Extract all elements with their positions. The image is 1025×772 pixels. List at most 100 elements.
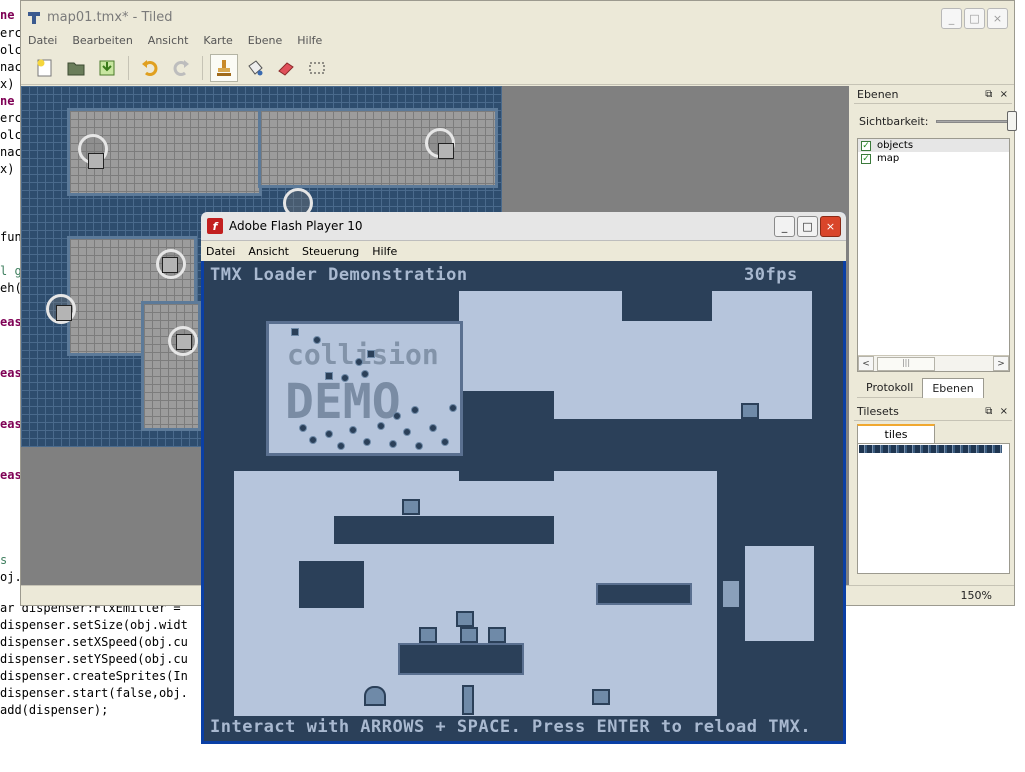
code-fragment: erc [0, 111, 22, 125]
code-fragment: olc [0, 128, 22, 142]
scroll-thumb[interactable]: ||| [877, 356, 935, 371]
flash-close-button[interactable]: × [820, 216, 841, 237]
tileset-view[interactable] [857, 443, 1010, 574]
level-area [744, 546, 814, 641]
particle [377, 422, 385, 430]
layer-list-scrollbar[interactable]: < ||| > [858, 355, 1009, 371]
rectangle-select-button[interactable] [303, 54, 331, 82]
particle [355, 358, 363, 366]
level-wall [622, 291, 712, 321]
dock-float-close-icon[interactable]: ⧉ × [985, 406, 1010, 417]
particle [325, 372, 333, 380]
particle [393, 412, 401, 420]
layer-list[interactable]: ✓ objects ✓ map < ||| > [857, 138, 1010, 372]
bucket-fill-button[interactable] [241, 54, 269, 82]
code-fragment: ne [0, 94, 15, 108]
particle [429, 424, 437, 432]
dock-float-close-icon[interactable]: ⧉ × [985, 89, 1010, 100]
flash-title-bar[interactable]: f Adobe Flash Player 10 _ □ × [201, 212, 846, 241]
map-object-marker[interactable] [176, 334, 192, 350]
map-object-marker[interactable] [88, 153, 104, 169]
code-fragment: fun [0, 230, 22, 244]
map-object-marker[interactable] [438, 143, 454, 159]
flash-minimize-button[interactable]: _ [774, 216, 795, 237]
particle [341, 374, 349, 382]
toolbar-separator [128, 55, 129, 80]
crate-sprite [592, 689, 610, 705]
menu-bearbeiten[interactable]: Bearbeiten [72, 34, 132, 51]
undo-button[interactable] [136, 54, 164, 82]
menu-hilfe[interactable]: Hilfe [297, 34, 322, 51]
menu-karte[interactable]: Karte [203, 34, 232, 51]
flash-stage[interactable]: collision DEMO TMX Loader Demonstration … [204, 261, 843, 741]
eraser-button[interactable] [272, 54, 300, 82]
flash-maximize-button[interactable]: □ [797, 216, 818, 237]
scroll-right-arrow-icon[interactable]: > [993, 356, 1009, 371]
save-button[interactable] [93, 54, 121, 82]
level-platform [398, 643, 524, 675]
flash-menu-ansicht[interactable]: Ansicht [248, 245, 289, 258]
door-sprite [462, 685, 474, 715]
particle [325, 430, 333, 438]
zoom-level: 150% [960, 589, 992, 602]
tab-protokoll[interactable]: Protokoll [857, 378, 923, 398]
particle [291, 328, 299, 336]
code-line: dispenser.setSize(obj.widt [0, 618, 188, 632]
fps-counter: 30fps [744, 265, 798, 285]
visibility-slider-thumb[interactable] [1007, 110, 1017, 131]
maximize-button[interactable]: □ [964, 8, 985, 29]
toolbar-separator [202, 55, 203, 80]
tileset-tiles[interactable] [859, 445, 1002, 453]
minimize-button[interactable]: _ [941, 8, 962, 29]
map-object-marker[interactable] [162, 257, 178, 273]
code-fragment: eas [0, 468, 22, 482]
layer-visible-checkbox[interactable]: ✓ [861, 140, 871, 151]
code-fragment: ne [0, 8, 15, 22]
tab-ebenen[interactable]: Ebenen [922, 378, 984, 398]
map-object-marker[interactable] [56, 305, 72, 321]
new-map-button[interactable] [31, 54, 59, 82]
code-line: dispenser.createSprites(In [0, 669, 188, 683]
stamp-brush-button[interactable] [210, 53, 238, 82]
code-fragment: x) [0, 162, 15, 176]
tiled-window-title: map01.tmx* - Tiled [47, 10, 173, 25]
visibility-row: Sichtbarkeit: [854, 104, 1017, 138]
scroll-left-arrow-icon[interactable]: < [858, 356, 874, 371]
close-button[interactable]: × [987, 8, 1008, 29]
player-sprite [364, 686, 386, 706]
dock-tabs: Protokoll Ebenen [857, 378, 1012, 398]
layer-item-map[interactable]: ✓ map [858, 152, 1009, 165]
particle [411, 406, 419, 414]
tileset-tab-tiles[interactable]: tiles [857, 424, 935, 443]
right-dock: Ebenen ⧉ × Sichtbarkeit: ✓ objects ✓ map… [854, 86, 1017, 574]
code-fragment: x) [0, 77, 15, 91]
open-button[interactable] [62, 54, 90, 82]
tilesets-panel-header: Tilesets ⧉ × [854, 403, 1012, 421]
crate-sprite [460, 627, 478, 643]
layer-visible-checkbox[interactable]: ✓ [861, 153, 871, 164]
menu-ansicht[interactable]: Ansicht [148, 34, 189, 51]
code-fragment: eh( [0, 281, 22, 295]
code-line: add(dispenser); [0, 703, 109, 717]
code-line: dispenser.setXSpeed(obj.cu [0, 635, 188, 649]
layer-item-objects[interactable]: ✓ objects [858, 139, 1009, 152]
particle [449, 404, 457, 412]
tiled-title-bar[interactable]: map01.tmx* - Tiled _ □ × [21, 1, 1014, 34]
flash-menu-datei[interactable]: Datei [206, 245, 235, 258]
menu-ebene[interactable]: Ebene [248, 34, 282, 51]
layers-panel-header: Ebenen ⧉ × [854, 86, 1012, 104]
tileset-tabs: tiles [857, 424, 1012, 443]
code-editor-bottom: ar dispenser:FlxEmitter = dispenser.setS… [0, 600, 205, 719]
visibility-slider[interactable] [936, 110, 1017, 131]
tilesets-panel-title: Tilesets [857, 405, 899, 418]
demo-title-line2: DEMO [285, 374, 401, 430]
menu-datei[interactable]: Datei [28, 34, 57, 51]
tiled-menubar: Datei Bearbeiten Ansicht Karte Ebene Hil… [21, 34, 1014, 51]
ladder-sprite [721, 579, 741, 609]
redo-button[interactable] [167, 54, 195, 82]
flash-logo-icon: f [207, 218, 223, 234]
crate-sprite [456, 611, 474, 627]
flash-menu-steuerung[interactable]: Steuerung [302, 245, 359, 258]
flash-menu-hilfe[interactable]: Hilfe [372, 245, 397, 258]
particle [349, 426, 357, 434]
